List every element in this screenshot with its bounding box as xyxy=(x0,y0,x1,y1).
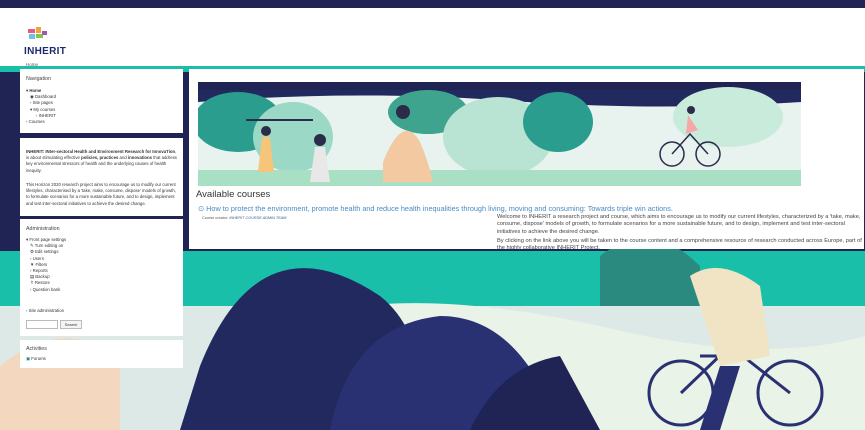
course-icon: ⊙ xyxy=(198,204,205,213)
breadcrumb-home[interactable]: Home xyxy=(26,62,38,67)
course-title-link[interactable]: ⊙ How to protect the environment, promot… xyxy=(198,204,673,213)
course-banner-illustration xyxy=(198,82,801,186)
intro-paragraph-1: INHERIT: INter-sectoral Health and Envir… xyxy=(26,149,177,173)
site-header: INHERIT Home xyxy=(0,8,865,67)
forum-icon: ▣ xyxy=(26,356,31,361)
intro-paragraph-2: This Horizon 2020 research project aims … xyxy=(26,182,176,206)
restore-icon: ⇑ xyxy=(30,280,34,286)
admin-search-input[interactable] xyxy=(26,320,58,329)
activities-block: Activities ▣ Forums xyxy=(20,340,183,368)
inherit-logo-icon[interactable] xyxy=(26,26,56,42)
activities-title: Activities xyxy=(26,346,47,352)
course-summary: Welcome to INHERIT a research project an… xyxy=(497,214,864,254)
course-creator: Course creator: INHERIT COURSE ADMIN TEA… xyxy=(202,216,287,220)
backup-icon: ▤ xyxy=(30,274,35,280)
course-summary-p2: By clicking on the link above you will b… xyxy=(497,237,862,252)
navigation-title: Navigation xyxy=(26,76,52,82)
course-summary-p1: Welcome to INHERIT a research project an… xyxy=(497,214,861,235)
administration-title: Administration xyxy=(26,226,60,232)
filter-icon: ▼ xyxy=(30,261,35,267)
admin-site-administration[interactable]: › Site administration xyxy=(26,308,64,314)
available-courses-heading: Available courses xyxy=(196,189,271,200)
dashboard-icon: ◉ xyxy=(30,94,34,100)
navigation-block: Navigation ▾ Home ◉ Dashboard › Site pag… xyxy=(20,69,183,133)
administration-block: Administration ▾ Front page settings ✎ T… xyxy=(20,219,183,336)
course-creator-link[interactable]: INHERIT COURSE ADMIN TEAM xyxy=(229,216,286,220)
main-content: Available courses ⊙ How to protect the e… xyxy=(189,69,864,251)
activities-forums-link[interactable]: ▣ Forums xyxy=(26,356,46,362)
gear-icon: ⚙ xyxy=(30,249,34,255)
admin-question-bank[interactable]: › Question bank xyxy=(26,287,66,293)
admin-search-button[interactable]: Search xyxy=(60,320,82,329)
nav-item-courses[interactable]: › Courses xyxy=(26,119,56,125)
pencil-icon: ✎ xyxy=(30,243,34,249)
intro-block: INHERIT: INter-sectoral Health and Envir… xyxy=(20,138,183,216)
brand-name[interactable]: INHERIT xyxy=(24,46,66,57)
top-bar xyxy=(0,0,865,8)
